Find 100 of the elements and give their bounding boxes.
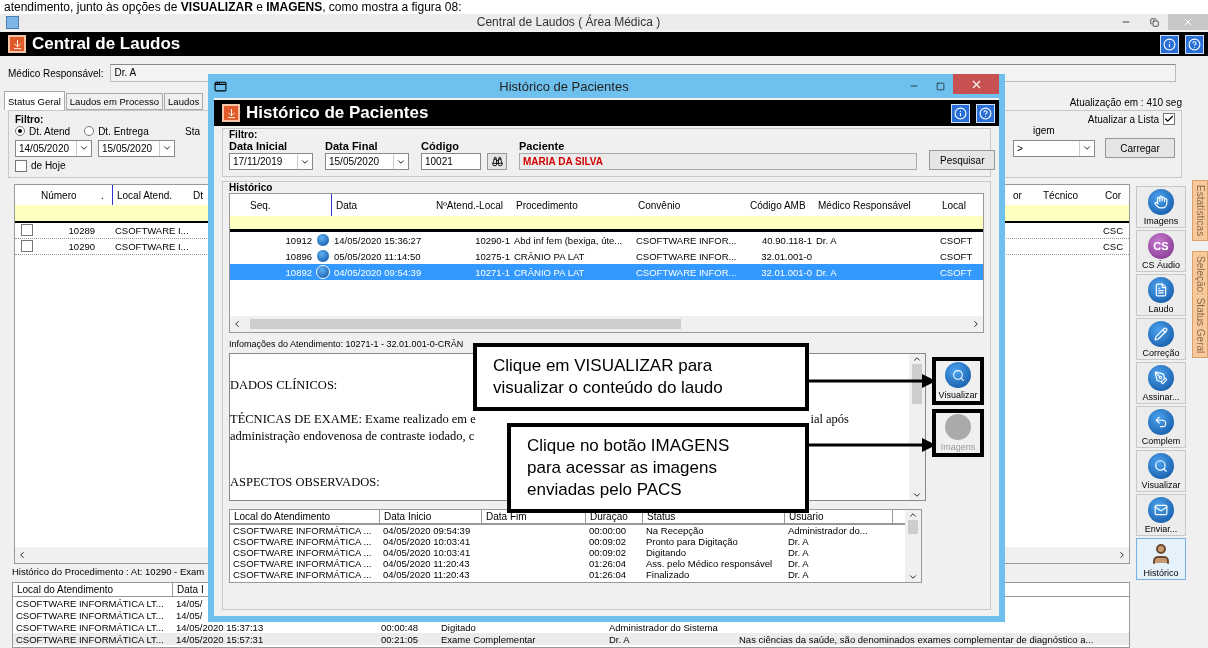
scroll-left-icon — [232, 319, 242, 329]
field-label: Código — [421, 140, 460, 152]
app-header-title: Central de Laudos — [32, 34, 182, 54]
column-header: Local Atend. — [116, 188, 174, 203]
table-cell-text: Dr. A — [787, 536, 810, 547]
table-cell-text: CSOFTWARE INFORMÁTICA ... — [232, 525, 373, 536]
table-cell-text: 04/05/2020 11:20:43 — [382, 558, 471, 569]
pencil-icon — [1148, 320, 1174, 347]
table-cell-text: 10271-1 — [474, 266, 511, 278]
table-cell-text: 10896 — [284, 250, 313, 262]
date-dropdown[interactable]: 17/11/2019 — [229, 153, 313, 170]
toolbar-button[interactable]: Imagens — [1136, 186, 1186, 228]
column-header: Local — [941, 198, 967, 213]
column-header: Dt — [192, 188, 204, 203]
window-icon — [214, 79, 227, 93]
scroll-thumb[interactable] — [912, 364, 922, 404]
field-label: Sta — [185, 126, 200, 137]
table-cell-text: Ass. pelo Médico responsável — [645, 558, 774, 569]
table-cell-text: 10289 — [67, 225, 96, 236]
table-cell-text: Administrador do Sistema — [608, 621, 719, 633]
toolbar-button[interactable]: Histórico — [1136, 538, 1186, 580]
report-text: ial após — [810, 411, 849, 427]
row-checkbox[interactable] — [21, 239, 33, 252]
field-label: Data Final — [325, 140, 379, 152]
column-header: Local do Atendimento — [13, 583, 173, 596]
table-cell-text: CSOFTWARE INFORMÁTICA ... — [232, 547, 373, 558]
checkmark-icon — [1164, 114, 1174, 124]
restore-icon — [1149, 17, 1159, 27]
table-cell-text: 00:00:00 — [588, 525, 627, 536]
update-interval-text: Atualização em : 410 seg — [1069, 97, 1182, 110]
table-cell-text: Abd inf fem (bexiga, úte... — [513, 234, 624, 246]
table-cell-text: CRÂNIO PA LAT — [513, 250, 586, 262]
hand-icon — [1148, 188, 1174, 215]
tab[interactable]: Laudos — [164, 93, 204, 110]
field-label: Data Inicial — [229, 140, 289, 152]
group-title: Histórico — [229, 182, 274, 193]
close-icon — [1182, 16, 1194, 28]
date-dropdown[interactable]: 15/05/2020 — [98, 139, 175, 157]
toolbar-button[interactable]: Laudo — [1136, 274, 1186, 316]
search-button[interactable]: Pesquisar — [929, 150, 996, 170]
column-header: Cor — [1104, 188, 1123, 203]
dialog-header-title: Histórico de Pacientes — [246, 103, 430, 123]
date-dropdown[interactable]: 14/05/2020 — [15, 139, 92, 157]
table-cell-text: Digitado — [440, 621, 477, 633]
toolbar-button[interactable]: Enviar... — [1136, 494, 1186, 536]
toolbar-button[interactable]: Correção — [1136, 318, 1186, 360]
table-cell-text: 04/05/2020 09:54:39 — [382, 525, 472, 536]
scroll-thumb[interactable] — [908, 520, 918, 534]
help-button[interactable] — [1185, 34, 1204, 54]
table-cell-text: 14/05/2020 15:37:13 — [175, 621, 265, 633]
row-checkbox[interactable] — [21, 223, 33, 236]
tab[interactable]: Status Geral — [4, 91, 65, 110]
table-cell-text: CSOFTWARE INFORMÁTICA ... — [232, 536, 373, 547]
column-header: Data Inicio — [380, 510, 482, 523]
table-cell-text: 04/05/2020 10:03:41 — [382, 536, 472, 547]
patient-field[interactable]: MARIA DA SILVA — [519, 153, 917, 170]
search-button[interactable] — [487, 153, 507, 170]
table-cell-text: 00:00:48 — [380, 621, 419, 633]
scroll-down-icon — [908, 572, 918, 582]
radio-label: Dt. Atend — [29, 125, 71, 137]
table-cell-text: CSC — [1102, 225, 1125, 236]
radio-button[interactable] — [15, 126, 25, 136]
checkbox[interactable] — [1163, 113, 1175, 125]
table-cell-text: 10892 — [284, 266, 313, 278]
table-cell-text: CSOFTWARE INFORMÁTICA LT... — [15, 621, 165, 633]
code-field[interactable]: 10021 — [421, 153, 481, 170]
horizontal-scrollbar[interactable] — [230, 316, 983, 332]
radio-button[interactable] — [84, 126, 95, 136]
report-text: administração endovenosa de contraste iodado, c — [230, 428, 475, 444]
table-row[interactable]: 10912 14/05/2020 15:36:27 10290-1 Abd inf fem (bexiga, úte... CSOFTWARE INFOR... 40.90.118-1 Dr. A CSOFT — [230, 232, 983, 248]
checkbox[interactable] — [15, 159, 27, 172]
toolbar-button[interactable]: Visualizar — [1136, 450, 1186, 492]
help-button[interactable] — [976, 103, 995, 123]
table-cell-text: Na Recepção — [645, 525, 705, 536]
tab[interactable]: Laudos em Processo — [65, 93, 164, 110]
table-cell-text: CSOFTWARE INFORMÁTICA LT... — [15, 633, 165, 645]
checkbox-label: de Hoje — [31, 160, 66, 171]
view-button[interactable]: Visualizar — [932, 357, 984, 405]
table-row[interactable]: 10896 05/05/2020 11:14:50 10275-1 CRÂNIO PA LAT CSOFTWARE INFOR... 32.01.001-0 CSOFT — [230, 248, 983, 264]
info-label: Infomações do Atendimento: 10271-1 - 32.01.001-0-CRÂN — [229, 339, 465, 349]
date-dropdown[interactable]: 15/05/2020 — [325, 153, 409, 170]
toolbar-button[interactable]: CS CS Áudio — [1136, 230, 1186, 272]
vertical-scrollbar[interactable] — [909, 354, 925, 500]
document-icon — [1148, 276, 1174, 303]
table-cell-text: CSOFT — [939, 266, 974, 278]
vertical-scrollbar[interactable] — [905, 510, 921, 582]
toolbar-button[interactable]: Complem — [1136, 406, 1186, 448]
table-cell-text: 32.01.001-0 — [760, 266, 813, 278]
pen-icon — [1148, 364, 1174, 391]
column-header: Número — [40, 188, 78, 203]
table-cell-text: 14/05/2020 15:57:31 — [175, 633, 265, 645]
images-button: Imagens — [932, 409, 984, 457]
table-cell-text: 00:09:02 — [588, 536, 627, 547]
info-button[interactable] — [1160, 34, 1179, 54]
checkbox-label: Atualizar a Lista — [1087, 113, 1159, 125]
load-button[interactable]: Carregar — [1105, 138, 1175, 158]
help-icon — [1188, 37, 1201, 51]
info-button[interactable] — [951, 103, 970, 123]
toolbar-button[interactable]: Assinar... — [1136, 362, 1186, 404]
origin-dropdown[interactable]: > — [1013, 139, 1095, 157]
